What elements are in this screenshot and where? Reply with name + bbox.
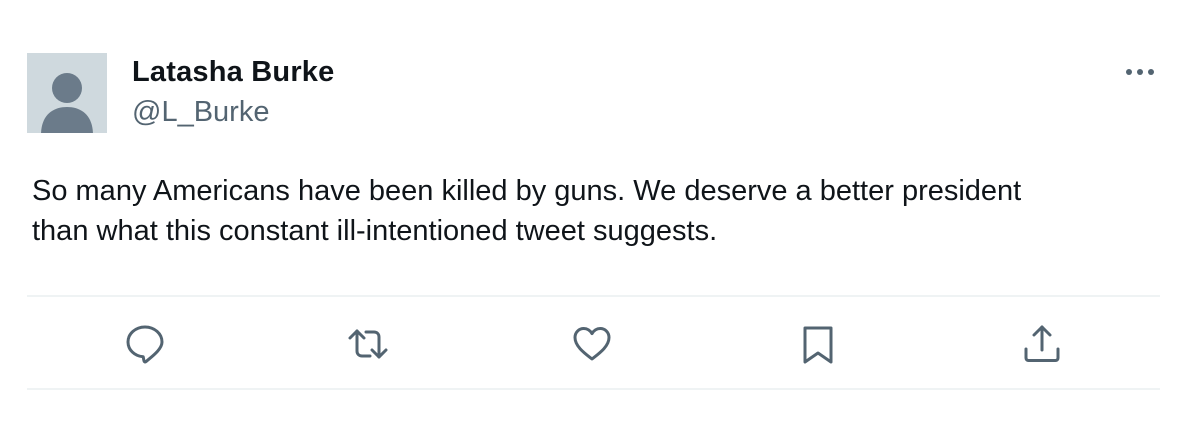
- author-handle[interactable]: @L_Burke: [132, 96, 269, 129]
- avatar[interactable]: [27, 53, 107, 133]
- retweet-icon: [348, 329, 388, 359]
- bookmark-icon: [803, 326, 833, 364]
- share-button[interactable]: [1020, 322, 1064, 366]
- divider: [27, 295, 1160, 297]
- heart-icon: [573, 327, 611, 361]
- reply-button[interactable]: [123, 322, 167, 366]
- tweet-text-line: So many Americans have been killed by gu…: [32, 175, 1022, 207]
- default-avatar-icon: [41, 73, 93, 133]
- divider: [27, 388, 1160, 390]
- like-button[interactable]: [570, 322, 614, 366]
- author-display-name[interactable]: Latasha Burke: [132, 56, 334, 89]
- tweet-text: So many Americans have been killed by gu…: [32, 171, 1152, 251]
- tweet-text-line: than what this constant ill-intentioned …: [32, 215, 718, 247]
- more-options-button[interactable]: [1118, 58, 1162, 88]
- bookmark-button[interactable]: [796, 322, 840, 366]
- reply-icon: [126, 325, 164, 364]
- more-icon: [1126, 69, 1154, 75]
- retweet-button[interactable]: [346, 322, 390, 366]
- share-icon: [1024, 325, 1060, 362]
